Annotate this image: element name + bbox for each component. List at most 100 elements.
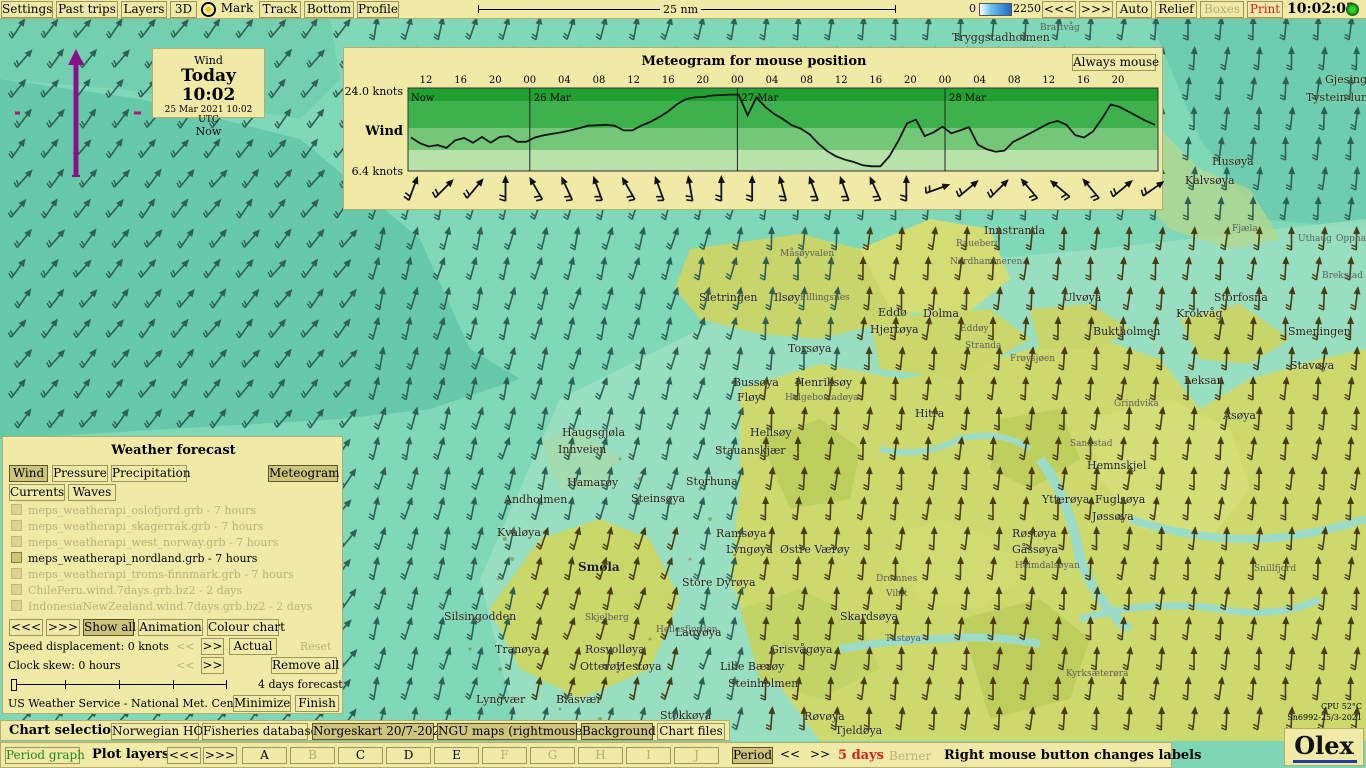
wind-arrow [1213,496,1225,521]
wind-arrow [143,408,163,429]
wind-arrow [594,376,608,400]
tab-pressure[interactable]: Pressure [52,465,108,482]
mark-target-icon[interactable] [201,2,216,17]
berner-button[interactable]: Berner [889,749,931,763]
3d-button[interactable]: 3D [170,1,197,18]
wind-arrow [1350,106,1361,131]
settings-button[interactable]: Settings [1,1,53,18]
chart-ngu-maps[interactable]: NGU maps (rightmouse!) [437,723,592,740]
wind-arrow [568,286,582,310]
remove-all-button[interactable]: Remove all [271,657,339,674]
colour-chart-button[interactable]: Colour chart [207,619,285,636]
skew-step-forward[interactable]: >> [201,657,224,674]
chart-fisheries-database[interactable]: Fisheries database [202,723,318,740]
wind-arrow [530,19,543,41]
place-label: Gåssøya [1012,543,1059,556]
layer-e-button[interactable]: E [434,747,479,764]
forecast-file-row[interactable]: ChilePeru.wind.7days.grb.bz2 - 2 days [11,584,242,600]
file-checkbox[interactable] [11,584,22,595]
forecast-file-row[interactable]: meps_weatherapi_skagerrak.grb - 7 hours [11,520,263,536]
file-prev-button[interactable]: <<< [9,619,43,636]
layer-f-button[interactable]: F [482,747,527,764]
file-checkbox[interactable] [11,536,22,547]
layer-prev-button[interactable]: <<< [167,747,201,764]
layer-d-button[interactable]: D [386,747,431,764]
boxes-button[interactable]: Boxes [1200,1,1244,18]
chart-background[interactable]: Background [581,723,656,740]
forecast-file-row[interactable]: meps_weatherapi_west_norway.grb - 7 hour… [11,536,278,552]
file-checkbox[interactable] [11,600,22,611]
wind-arrow [1156,706,1166,731]
meteogram-hour-label: 12 [835,75,848,86]
file-next-button[interactable]: >>> [46,619,80,636]
past-trips-button[interactable]: Past trips [56,1,118,18]
chart-norwegian-ho[interactable]: Norwegian HO [111,723,203,740]
forecast-file-row[interactable]: meps_weatherapi_nordland.grb - 7 hours [11,552,257,568]
wind-arrow [406,286,419,311]
wind-arrow [856,316,868,341]
track-button[interactable]: Track [259,1,301,18]
file-checkbox[interactable] [11,520,22,531]
layer-i-button[interactable]: I [626,747,671,764]
mark-button[interactable]: Mark [218,1,256,18]
period-step-forward[interactable]: >> [807,747,833,764]
prev-button[interactable]: <<< [1042,1,1076,18]
next-button[interactable]: >>> [1079,1,1113,18]
tab-precipitation[interactable]: Precipitation [111,465,191,482]
wind-arrow [137,379,157,398]
forecast-file-row[interactable]: meps_weatherapi_troms-finnmark.grb - 7 h… [11,568,294,584]
slider-handle[interactable] [11,679,17,691]
forecast-file-row[interactable]: meps_weatherapi_oslofjord.grb - 7 hours [11,504,256,520]
skew-step-back[interactable]: << [176,659,194,672]
wind-arrow [698,646,712,670]
period-step-back[interactable]: << [777,747,803,764]
layer-h-button[interactable]: H [578,747,623,764]
chart-files[interactable]: Chart files [657,723,725,740]
tab-meteogram[interactable]: Meteogram [268,465,340,482]
minimize-button[interactable]: Minimize [233,695,291,712]
place-label: Tryggstadholmen [952,31,1050,44]
file-checkbox[interactable] [11,568,22,579]
actual-button[interactable]: Actual [229,638,277,655]
forecast-time-slider[interactable] [11,679,227,691]
auto-button[interactable]: Auto [1116,1,1152,18]
layer-next-button[interactable]: >>> [203,747,237,764]
place-label: Silsingodden [444,610,517,623]
profile-button[interactable]: Profile [357,1,399,18]
wind-arrow [1279,436,1290,461]
wind-arrow [993,526,1003,551]
forecast-file-row[interactable]: IndonesiaNewZealand.wind.7days.grb.bz2 -… [11,600,312,616]
wind-arrow [760,316,770,341]
place-label: Rosvolløya [585,643,645,656]
wind-arrow [143,288,162,309]
meteogram-chart[interactable]: 12 16 20 00 04 08 12 16 20 00 04 08 12 16 20 00 04 08 12 16… [344,48,1164,211]
bottom-button[interactable]: Bottom [304,1,354,18]
layer-g-button[interactable]: G [530,747,575,764]
speed-step-forward[interactable]: >> [201,638,224,655]
finish-button[interactable]: Finish [295,695,339,712]
file-checkbox[interactable] [11,504,22,515]
tab-wind[interactable]: Wind [9,465,48,482]
period-graph-button[interactable]: Period graph [5,747,85,764]
system-info: CPU 52°C Sn6992-25/3-2021 [1282,701,1362,723]
place-label: Lyngøya [726,543,773,556]
period-button[interactable]: Period [732,747,773,764]
layers-button[interactable]: Layers [121,1,167,18]
wind-arrow [1052,316,1062,341]
relief-button[interactable]: Relief [1155,1,1197,18]
chart-norgeskart[interactable]: Norgeskart 20/7-2020 [312,723,448,740]
layer-a-button[interactable]: A [242,747,287,764]
animation-button[interactable]: Animation [138,619,203,636]
depth-color-scale[interactable] [979,3,1012,16]
reset-button[interactable]: Reset [300,640,331,653]
tab-waves[interactable]: Waves [68,484,116,501]
layer-b-button[interactable]: B [290,747,335,764]
wind-arrow [665,226,679,250]
print-button[interactable]: Print [1247,1,1283,18]
speed-step-back[interactable]: << [176,640,194,653]
layer-c-button[interactable]: C [338,747,383,764]
layer-j-button[interactable]: J [674,747,719,764]
tab-currents[interactable]: Currents [9,484,65,501]
show-all-button[interactable]: Show all [83,619,136,636]
file-checkbox[interactable] [11,552,22,563]
